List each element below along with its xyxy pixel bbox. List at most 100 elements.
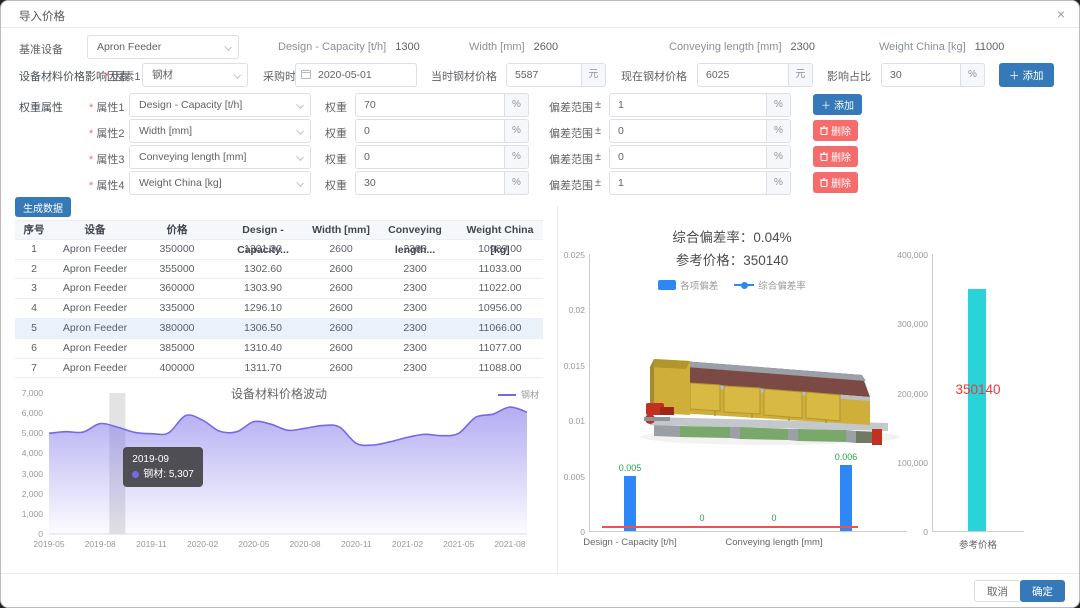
weight-label: 权重	[325, 180, 347, 192]
x-axis-category-label: Design - Capacity [t/h]	[583, 537, 677, 548]
base-equipment-select[interactable]: Apron Feeder	[87, 35, 239, 59]
deviation2-input[interactable]: 0%	[609, 119, 791, 143]
table-cell: 380000	[159, 321, 195, 334]
table-cell: Apron Feeder	[62, 321, 128, 334]
spec-item: Weight China [kg] 11000	[879, 41, 1004, 53]
x-axis-category-label: Conveying length [mm]	[725, 537, 823, 548]
table-row[interactable]: 3 Apron Feeder 360000 1303.90 2600 2300 11022.…	[15, 279, 543, 300]
table-row[interactable]: 7 Apron Feeder 400000 1311.70 2600 2300 11088.…	[15, 359, 543, 379]
percent-unit: %	[504, 120, 528, 142]
table-cell: 1301.30	[244, 242, 282, 255]
table-cell: 1311.70	[244, 361, 282, 374]
deviation1-input[interactable]: 1%	[609, 93, 791, 117]
now-price-input[interactable]: 6025 元	[697, 63, 813, 87]
delete-attribute-button[interactable]: 删除	[813, 120, 858, 141]
x-axis-tick-label: 2019-08	[84, 539, 116, 549]
factor1-select[interactable]: 钢材	[142, 63, 248, 87]
add-attribute-button[interactable]: ＋添加	[813, 94, 862, 115]
deviation-bar[interactable]	[840, 464, 852, 531]
deviation3-input[interactable]: 0%	[609, 145, 791, 169]
summary-reference-price: 参考价格：350140	[675, 253, 789, 268]
table-cell: 11088.00	[478, 361, 522, 374]
weight4-input[interactable]: 30%	[355, 171, 529, 195]
deviation-value: 0	[618, 151, 624, 163]
weight1-input[interactable]: 70%	[355, 93, 529, 117]
cancel-button[interactable]: 取消	[974, 580, 1021, 602]
legend-linedot-marker	[734, 281, 755, 289]
table-row[interactable]: 6 Apron Feeder 385000 1310.40 2600 2300 11077.…	[15, 339, 543, 359]
table-cell: Apron Feeder	[62, 242, 128, 255]
table-row[interactable]: 2 Apron Feeder 355000 1302.60 2600 2300 11033.…	[15, 260, 543, 280]
close-icon[interactable]: ×	[1057, 6, 1065, 22]
bar-value-label: 0	[771, 513, 777, 523]
table-cell: 1296.10	[244, 302, 282, 315]
x-axis-tick-label: 2021-02	[391, 539, 424, 549]
y-axis-tick-label: 1,000	[21, 508, 43, 519]
spec-item: Width [mm] 2600	[469, 41, 558, 53]
table-cell: 2600	[329, 361, 353, 374]
table-cell: Apron Feeder	[62, 262, 128, 275]
x-axis-tick-label: 2019-11	[136, 539, 167, 549]
steel-price-line-plot[interactable]	[48, 389, 528, 539]
purchase-time-value: 2020-05-01	[318, 69, 372, 81]
purchase-time-input[interactable]: 2020-05-01	[295, 63, 417, 87]
deviation-bar[interactable]	[624, 475, 636, 531]
composite-deviation-line	[602, 525, 858, 528]
attr2-select[interactable]: Width [mm]	[129, 119, 311, 143]
chevron-down-icon	[233, 71, 241, 79]
then-price-input[interactable]: 5587 元	[506, 63, 606, 87]
calendar-icon	[296, 64, 316, 86]
spec-label: Design - Capacity [t/h]	[278, 41, 387, 53]
attr4-select[interactable]: Weight China [kg]	[129, 171, 311, 195]
weight2-input[interactable]: 0%	[355, 119, 529, 143]
delete-attribute-button[interactable]: 删除	[813, 172, 858, 193]
apron-feeder-3d-image	[640, 359, 900, 445]
influence-ratio-input[interactable]: 30 %	[881, 63, 985, 87]
legend-item[interactable]: 各项偏差	[658, 278, 718, 292]
deviation4-input[interactable]: 1%	[609, 171, 791, 195]
table-cell: 2600	[329, 242, 353, 255]
spec-label: Weight China [kg]	[879, 41, 966, 53]
y-axis-tick-label: 0.025	[563, 250, 585, 260]
weight3-input[interactable]: 0%	[355, 145, 529, 169]
deviation-label: 偏差范围	[549, 102, 593, 114]
legend-item-label: 综合偏差率	[758, 281, 806, 292]
deviation-chart-legend[interactable]: 各项偏差 综合偏差率	[558, 278, 906, 292]
spec-value: 11000	[974, 41, 1005, 53]
attr-select-value: Conveying length [mm]	[139, 151, 247, 163]
attr-select-value: Width [mm]	[139, 125, 193, 137]
y-axis-tick-label: 100,000	[897, 457, 928, 468]
spec-item: Conveying length [mm] 2300	[669, 41, 815, 53]
y-axis-tick-label: 5,000	[21, 428, 43, 439]
reference-price-bar[interactable]	[968, 288, 986, 531]
chevron-down-icon	[296, 153, 304, 161]
factor1-label: 因素1	[105, 68, 140, 84]
dialog-footer: 取消 确定	[1, 573, 1079, 607]
weight-label: 权重	[325, 154, 347, 166]
confirm-button[interactable]: 确定	[1020, 580, 1065, 602]
deviation-value: 1	[618, 177, 624, 189]
x-axis	[932, 531, 1024, 532]
plus-minus-sign: ±	[595, 125, 602, 137]
add-label: 添加	[834, 101, 854, 112]
table-cell: Apron Feeder	[62, 302, 128, 315]
table-header-row: 序号 设备 价格 Design - Capacity... Width [mm] Conv…	[15, 220, 543, 256]
add-factor-button[interactable]: ＋添加	[999, 63, 1054, 87]
tooltip-value-row: 钢材: 5,307	[132, 467, 194, 482]
tooltip-date: 2019-09	[132, 454, 169, 465]
table-cell: 3	[31, 282, 37, 295]
attr3-select[interactable]: Conveying length [mm]	[129, 145, 311, 169]
table-row[interactable]: 4 Apron Feeder 335000 1296.10 2600 2300 10956.…	[15, 299, 543, 319]
delete-attribute-button[interactable]: 删除	[813, 146, 858, 167]
legend-item-label: 各项偏差	[680, 281, 719, 292]
y-axis-tick-label: 0.02	[568, 305, 585, 316]
legend-item[interactable]: 综合偏差率	[734, 278, 806, 292]
deviation-label: 偏差范围	[549, 128, 593, 140]
dialog-title: 导入价格	[19, 11, 65, 23]
attr4-label: 属性4	[89, 177, 124, 193]
attr1-select[interactable]: Design - Capacity [t/h]	[129, 93, 311, 117]
table-cell: 7	[31, 361, 37, 374]
table-row[interactable]: 5 Apron Feeder 380000 1306.50 2600 2300 11066.…	[15, 318, 543, 339]
generate-data-button[interactable]: 生成数据	[15, 197, 71, 217]
table-row[interactable]: 1 Apron Feeder 350000 1301.30 2600 2300 10989.…	[15, 240, 543, 260]
